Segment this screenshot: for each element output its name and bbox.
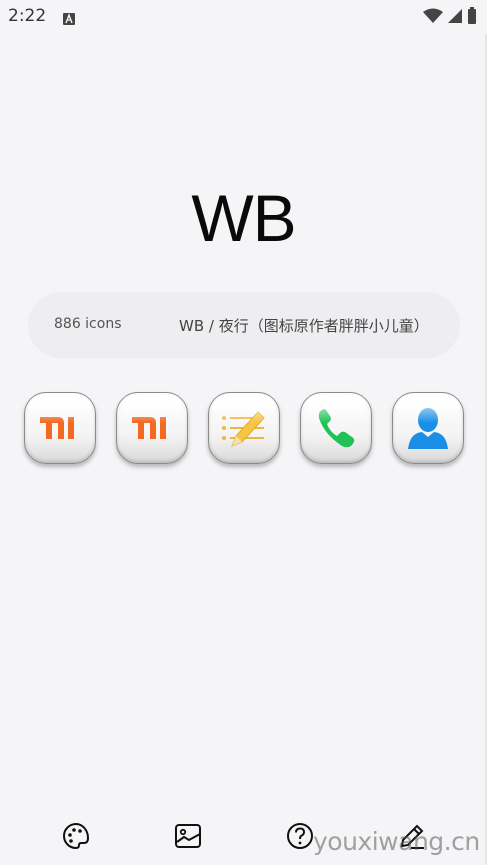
icon-count: 886 icons	[54, 316, 122, 332]
icon-preview-row	[22, 391, 466, 464]
notes-icon[interactable]	[208, 392, 280, 464]
status-icons	[423, 7, 477, 28]
icon-pack-name: WB / 夜行（图标原作者胖胖小儿童）	[179, 317, 429, 335]
mi-icon[interactable]	[24, 392, 96, 464]
watermark: youxiwang.cn	[313, 827, 480, 856]
page-title: WB	[191, 181, 296, 255]
palette-icon[interactable]	[60, 820, 92, 852]
wifi-icon	[423, 8, 443, 28]
mi-icon[interactable]	[116, 392, 188, 464]
phone-icon[interactable]	[300, 392, 372, 464]
battery-icon	[467, 7, 477, 28]
wallpaper-icon[interactable]	[172, 820, 204, 852]
status-bar: 2:22	[0, 0, 487, 34]
help-icon[interactable]	[284, 820, 316, 852]
status-time: 2:22	[8, 6, 47, 26]
icon-pack-info: 886 icons WB / 夜行（图标原作者胖胖小儿童）	[28, 292, 460, 358]
contacts-icon[interactable]	[392, 392, 464, 464]
signal-icon	[447, 8, 463, 28]
accessibility-notification-icon	[63, 10, 75, 25]
